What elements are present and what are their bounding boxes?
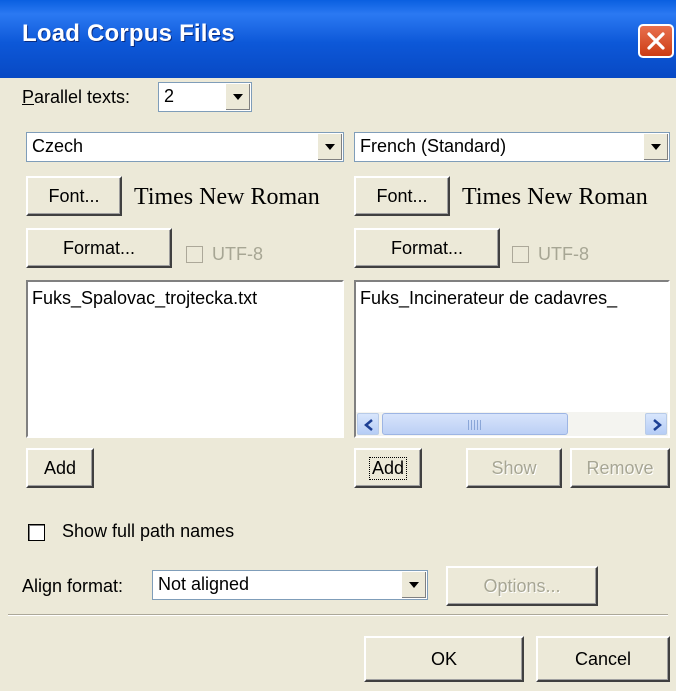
align-format-label: Align format: <box>22 576 124 596</box>
left-format-button-label: Format... <box>62 237 135 258</box>
remove-button[interactable]: Remove <box>570 448 670 488</box>
ok-button[interactable]: OK <box>364 636 524 682</box>
align-format-dropdown[interactable] <box>401 572 426 598</box>
list-item[interactable]: Fuks_Spalovac_trojtecka.txt <box>32 288 257 309</box>
align-format-value: Not aligned <box>158 574 250 594</box>
align-format-select[interactable]: Not aligned <box>152 570 428 600</box>
parallel-texts-dropdown[interactable] <box>225 84 250 110</box>
left-font-button-label: Font... <box>48 185 100 206</box>
horizontal-scrollbar[interactable] <box>356 412 668 436</box>
arrow-left-icon <box>364 419 373 431</box>
left-add-button[interactable]: Add <box>26 448 94 488</box>
right-utf8-checkbox[interactable] <box>512 246 529 263</box>
parallel-texts-value: 2 <box>164 86 175 106</box>
left-language-dropdown[interactable] <box>317 134 342 160</box>
chevron-down-icon <box>325 144 335 150</box>
left-add-button-label: Add <box>43 457 77 478</box>
chevron-down-icon <box>651 144 661 150</box>
right-add-button-label: Add <box>368 456 408 480</box>
show-button[interactable]: Show <box>466 448 562 488</box>
cancel-button-label: Cancel <box>574 648 632 669</box>
show-button-label: Show <box>491 457 537 478</box>
right-font-button[interactable]: Font... <box>354 176 450 216</box>
chevron-down-icon <box>409 582 419 588</box>
parallel-texts-select[interactable]: 2 <box>158 82 252 112</box>
scroll-left-button[interactable] <box>357 413 379 435</box>
window-title: Load Corpus Files <box>22 20 235 47</box>
close-button[interactable] <box>638 24 674 58</box>
right-language-dropdown[interactable] <box>643 134 668 160</box>
parallel-texts-label: Parallel texts: <box>22 87 130 108</box>
cancel-button[interactable]: Cancel <box>536 636 670 682</box>
ok-button-label: OK <box>430 648 457 669</box>
list-item[interactable]: Fuks_Incinerateur de cadavres_ <box>360 288 617 309</box>
right-file-list[interactable]: Fuks_Incinerateur de cadavres_ <box>354 280 670 438</box>
options-button-label: Options... <box>483 575 561 596</box>
show-full-path-label: Show full path names <box>62 521 235 541</box>
right-utf8-label: UTF-8 <box>538 244 589 264</box>
right-language-select[interactable]: French (Standard) <box>354 132 670 162</box>
scroll-thumb-grip <box>468 420 482 430</box>
left-utf8-label: UTF-8 <box>212 244 263 264</box>
remove-button-label: Remove <box>586 457 654 478</box>
right-add-button[interactable]: Add <box>354 448 422 488</box>
title-bar[interactable]: Load Corpus Files <box>0 0 676 78</box>
parallel-texts-accel: P <box>22 87 35 107</box>
right-format-button-label: Format... <box>390 237 463 258</box>
parallel-texts-label-rest: arallel texts: <box>34 87 131 107</box>
load-corpus-dialog: Load Corpus Files Parallel texts: 2 Czec… <box>0 0 676 691</box>
scroll-right-button[interactable] <box>645 413 667 435</box>
right-format-button[interactable]: Format... <box>354 228 500 268</box>
left-language-value: Czech <box>32 136 84 156</box>
left-font-button[interactable]: Font... <box>26 176 122 216</box>
left-format-button[interactable]: Format... <box>26 228 172 268</box>
scroll-thumb[interactable] <box>382 413 568 435</box>
right-font-name: Times New Roman <box>462 184 648 210</box>
separator <box>8 614 668 616</box>
chevron-down-icon <box>233 94 243 100</box>
left-font-name: Times New Roman <box>134 184 320 210</box>
left-file-list[interactable]: Fuks_Spalovac_trojtecka.txt <box>26 280 344 438</box>
show-full-path-checkbox[interactable] <box>28 524 45 541</box>
arrow-right-icon <box>653 419 662 431</box>
right-language-value: French (Standard) <box>360 136 507 156</box>
left-language-select[interactable]: Czech <box>26 132 344 162</box>
close-icon <box>647 32 665 50</box>
options-button[interactable]: Options... <box>446 566 598 606</box>
right-font-button-label: Font... <box>376 185 428 206</box>
left-utf8-checkbox[interactable] <box>186 246 203 263</box>
